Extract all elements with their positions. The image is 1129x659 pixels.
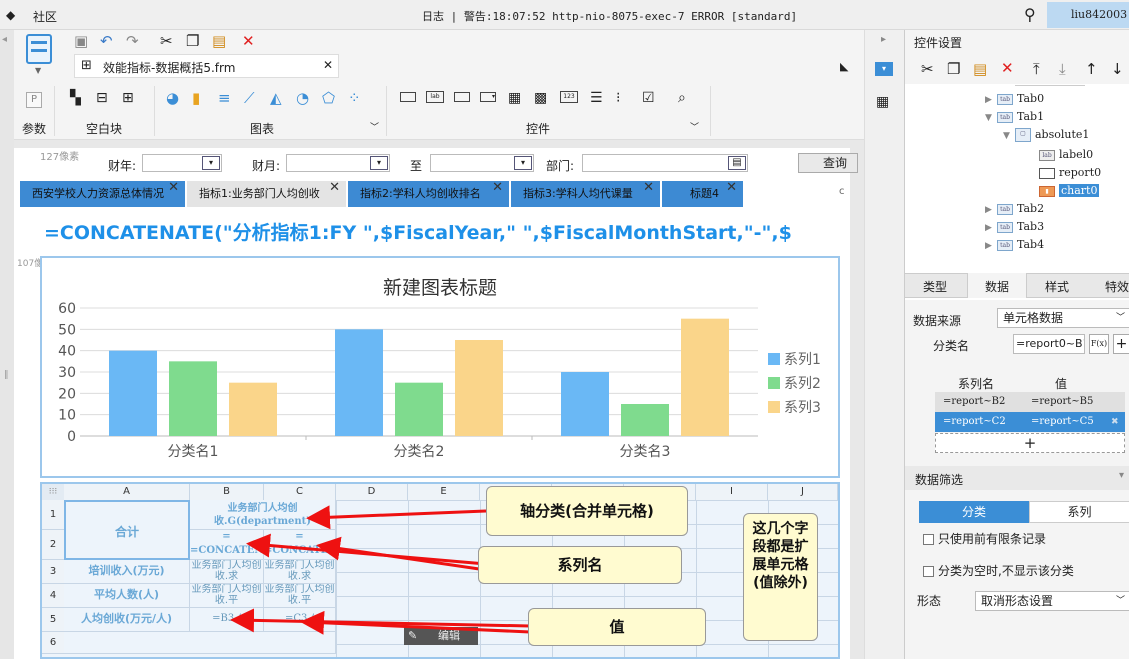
series-row-name[interactable]: =report~C2	[943, 412, 1006, 432]
add-series-button[interactable]: +	[935, 433, 1125, 453]
tree-item-tab4[interactable]: ▶ tab Tab4	[985, 238, 1044, 251]
callout-note: 这几个字段都是扩展单元格(值除外)	[743, 513, 818, 641]
tree-item-chart0[interactable]: ▮ chart0	[1039, 184, 1100, 197]
move-bottom-icon[interactable]: ⤓	[1059, 60, 1066, 78]
panel-title: 控件设置	[914, 36, 963, 50]
formula-button[interactable]: F(x)	[1089, 334, 1109, 354]
tree-item-absolute1[interactable]: ▼ ▢ absolute1	[1003, 128, 1089, 142]
series-row-1[interactable]: =report~B2 =report~B5	[935, 392, 1125, 412]
tree-label: label0	[1059, 148, 1094, 161]
collapse-icon[interactable]: ▸	[881, 34, 886, 45]
tree-label: absolute1	[1035, 128, 1090, 141]
tree-label: Tab4	[1017, 238, 1045, 251]
checkbox-icon	[923, 534, 934, 545]
filter-tab-category[interactable]: 分类	[919, 501, 1029, 523]
tab-effects[interactable]: 特效	[1105, 278, 1129, 295]
tree-item-tab1[interactable]: ▼ tab Tab1	[985, 110, 1044, 123]
filter-tab-series[interactable]: 系列	[1029, 501, 1129, 523]
tree-label: report0	[1059, 166, 1102, 179]
move-top-icon[interactable]: ⤒	[1033, 60, 1040, 78]
search-icon[interactable]: ⚲	[1024, 5, 1036, 24]
widget-settings-panel: 控件设置 ✂ ❐ ▤ ✕ ⤒ ⤓ ↑ ↓ ▶ tab Tab0 ▼ tab Tab1 ▼…	[904, 30, 1129, 659]
tree-label: Tab3	[1017, 220, 1045, 233]
tree-label: chart0	[1059, 184, 1100, 197]
delete-icon[interactable]: ✕	[1001, 59, 1014, 77]
copy-icon[interactable]: ❐	[947, 60, 960, 78]
tree-item-tab0[interactable]: ▶ tab Tab0	[985, 92, 1044, 105]
callout-series: 系列名	[478, 546, 682, 584]
datasource-label: 数据来源	[913, 314, 962, 328]
series-row-value[interactable]: =report~C5	[1031, 412, 1094, 432]
series-row-name[interactable]: =report~B2	[943, 392, 1005, 412]
arrow-axis	[306, 505, 487, 530]
filter-section-header[interactable]: 数据筛选 ▾	[905, 466, 1129, 490]
move-down-icon[interactable]: ↓	[1111, 60, 1124, 78]
tree-item-report0[interactable]: report0	[1039, 166, 1101, 179]
tree-label: Tab0	[1017, 92, 1045, 105]
annotation-arrows	[230, 505, 531, 635]
paste-icon[interactable]: ▤	[973, 60, 987, 78]
checkbox-icon	[923, 566, 934, 577]
tree-item-tab3[interactable]: ▶ tab Tab3	[985, 220, 1044, 233]
form-label: 形态	[917, 594, 942, 608]
move-up-icon[interactable]: ↑	[1085, 60, 1098, 78]
side-strip: ▸ ▾ ▦	[864, 30, 904, 659]
category-label: 分类名	[933, 339, 970, 353]
chevron-down-icon: ▾	[1119, 470, 1125, 481]
widget-settings-tab-icon[interactable]: ▾	[875, 62, 893, 76]
tab-style[interactable]: 样式	[1045, 278, 1069, 295]
checkbox-label: 分类为空时,不显示该分类	[938, 564, 1074, 578]
series-name-header: 系列名	[958, 377, 995, 391]
series-row-value[interactable]: =report~B5	[1031, 392, 1093, 412]
hide-empty-checkbox[interactable]: 分类为空时,不显示该分类	[923, 562, 1074, 579]
cut-icon[interactable]: ✂	[921, 60, 934, 78]
widget-tree: ▶ tab Tab0 ▼ tab Tab1 ▼ ▢ absolute1 lab label0 …	[905, 84, 1129, 300]
remove-icon[interactable]: ✖	[1111, 412, 1119, 432]
callout-axis: 轴分类(合并单元格)	[486, 486, 688, 536]
layout-tab-icon[interactable]: ▦	[876, 94, 889, 110]
series-value-header: 值	[1055, 377, 1068, 391]
tree-item-tab2[interactable]: ▶ tab Tab2	[985, 202, 1044, 215]
callout-value: 值	[528, 608, 706, 646]
username: liu842003	[1071, 8, 1128, 21]
category-field[interactable]: =report0~B1	[1013, 334, 1085, 354]
tab-data[interactable]: 数据	[985, 278, 1009, 295]
form-select[interactable]: 取消形态设置 ﹀	[975, 591, 1129, 611]
datasource-value: 单元格数据	[1003, 311, 1064, 325]
tree-item-label0[interactable]: lab label0	[1039, 148, 1093, 161]
checkbox-label: 只使用前有限条记录	[938, 532, 1047, 546]
chevron-down-icon: ﹀	[1115, 596, 1125, 606]
chevron-down-icon: ﹀	[1115, 313, 1125, 323]
tree-label: Tab2	[1017, 202, 1045, 215]
form-value: 取消形态设置	[981, 594, 1054, 608]
tab-type[interactable]: 类型	[923, 278, 947, 295]
add-category-button[interactable]: +	[1113, 334, 1129, 354]
limit-records-checkbox[interactable]: 只使用前有限条记录	[923, 530, 1046, 547]
datasource-select[interactable]: 单元格数据 ﹀	[997, 308, 1129, 328]
user-badge[interactable]: liu842003	[1047, 2, 1129, 28]
arrow-series-2	[316, 536, 487, 572]
series-row-2[interactable]: =report~C2 =report~C5 ✖	[935, 412, 1125, 432]
filter-title: 数据筛选	[915, 473, 964, 487]
tree-label: Tab1	[1017, 110, 1045, 123]
